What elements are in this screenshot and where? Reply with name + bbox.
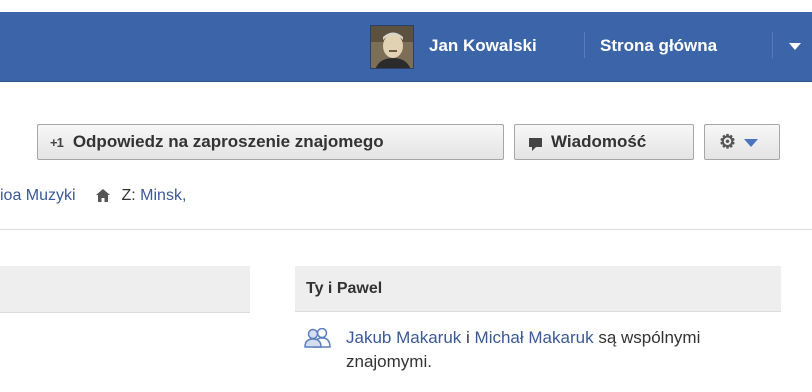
chevron-down-icon bbox=[744, 139, 759, 147]
gear-icon: ⚙ bbox=[719, 131, 737, 153]
mutual-friends-header: Ty i Pawel bbox=[295, 266, 781, 312]
message-icon bbox=[529, 136, 542, 151]
respond-friend-request-button[interactable]: +1 Odpowiedz na zaproszenie znajomego bbox=[37, 124, 504, 160]
top-band bbox=[0, 0, 812, 12]
nav-user-name-link[interactable]: Jan Kowalski bbox=[429, 35, 537, 57]
settings-dropdown-button[interactable]: ⚙ bbox=[704, 124, 780, 160]
plus-one-icon: +1 bbox=[50, 134, 64, 150]
send-message-button[interactable]: Wiadomość bbox=[514, 124, 694, 160]
hometown-prefix: Z: bbox=[121, 187, 136, 204]
respond-button-label: Odpowiedz na zaproszenie znajomego bbox=[72, 132, 384, 151]
nav-home-link[interactable]: Strona główna bbox=[600, 35, 717, 57]
left-section-header bbox=[0, 266, 250, 313]
school-link[interactable]: ioa Muzyki bbox=[0, 187, 76, 204]
section-divider bbox=[0, 229, 812, 230]
user-avatar[interactable] bbox=[370, 25, 414, 69]
account-menu-chevron-icon[interactable] bbox=[789, 43, 801, 50]
avatar-portrait-icon bbox=[371, 26, 413, 68]
hometown-link[interactable]: Minsk, bbox=[140, 187, 186, 204]
home-icon bbox=[96, 189, 111, 207]
nav-separator bbox=[772, 32, 773, 58]
mutual-friends-text: Jakub Makaruk i Michał Makaruk są wspóln… bbox=[346, 326, 726, 374]
mutual-friend-link-2[interactable]: Michał Makaruk bbox=[475, 328, 594, 347]
nav-separator bbox=[584, 32, 585, 58]
mutual-friend-link-1[interactable]: Jakub Makaruk bbox=[346, 328, 461, 347]
mutual-friends-icon bbox=[303, 327, 333, 353]
mutual-connector: i bbox=[466, 328, 470, 347]
profile-info-line: ioa Muzyki Z: Minsk, bbox=[0, 187, 186, 207]
message-button-label: Wiadomość bbox=[551, 132, 647, 151]
